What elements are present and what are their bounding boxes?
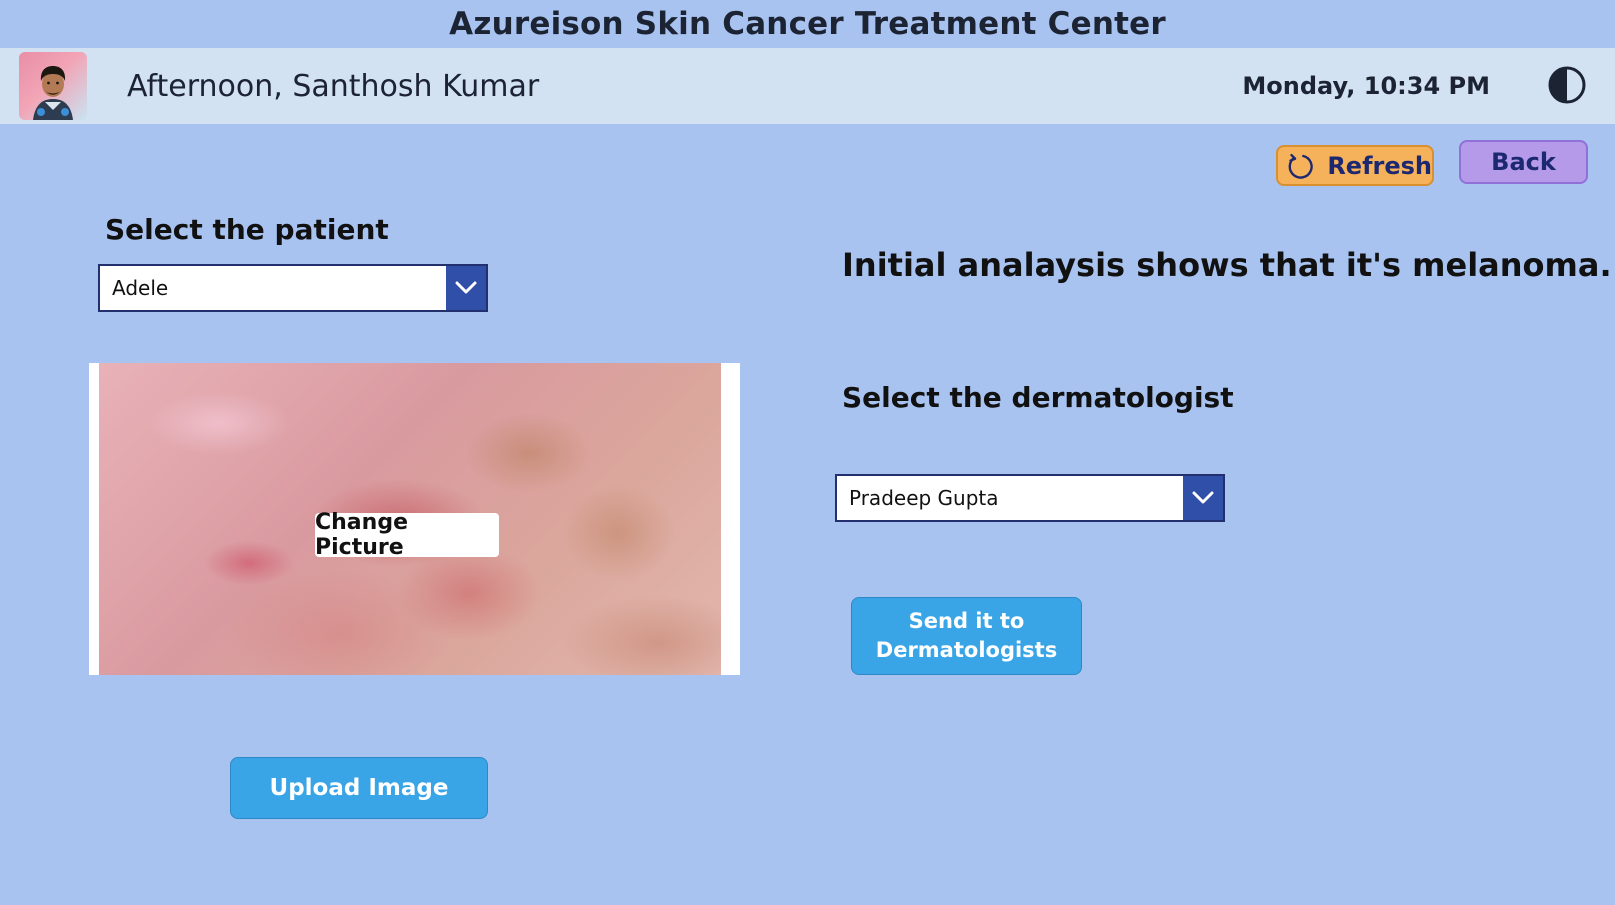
patient-label: Select the patient	[105, 213, 389, 246]
chevron-down-icon[interactable]	[446, 266, 486, 310]
header-bar: Afternoon, Santhosh Kumar Monday, 10:34 …	[0, 48, 1615, 124]
refresh-icon	[1288, 153, 1313, 179]
refresh-button[interactable]: Refresh	[1276, 145, 1434, 186]
dermatologist-label: Select the dermatologist	[842, 381, 1234, 414]
chevron-down-icon[interactable]	[1183, 476, 1223, 520]
patient-dropdown[interactable]: Adele	[98, 264, 488, 312]
app-title: Azureison Skin Cancer Treatment Center	[449, 6, 1166, 42]
dermatologist-dropdown[interactable]: Pradeep Gupta	[835, 474, 1225, 522]
patient-selected-value: Adele	[112, 276, 169, 300]
contrast-toggle-icon[interactable]	[1547, 65, 1587, 105]
greeting-text: Afternoon, Santhosh Kumar	[127, 68, 540, 104]
refresh-button-label: Refresh	[1327, 151, 1432, 180]
avatar	[19, 52, 87, 120]
analysis-result-text: Initial analaysis shows that it's melano…	[842, 246, 1612, 284]
lesion-image-frame: Change Picture	[89, 363, 740, 675]
change-picture-button[interactable]: Change Picture	[315, 510, 499, 560]
back-button[interactable]: Back	[1459, 140, 1588, 184]
send-button-line2: Dermatologists	[875, 638, 1058, 662]
user-avatar-icon	[33, 66, 73, 120]
datetime-text: Monday, 10:34 PM	[1242, 72, 1490, 100]
send-button-line1: Send it to	[908, 609, 1025, 633]
send-to-dermatologists-button[interactable]: Send it to Dermatologists	[851, 597, 1082, 675]
app-screen: Azureison Skin Cancer Treatment Center A…	[0, 0, 1615, 905]
upload-image-button[interactable]: Upload Image	[230, 757, 488, 819]
dermatologist-selected-value: Pradeep Gupta	[849, 486, 999, 510]
